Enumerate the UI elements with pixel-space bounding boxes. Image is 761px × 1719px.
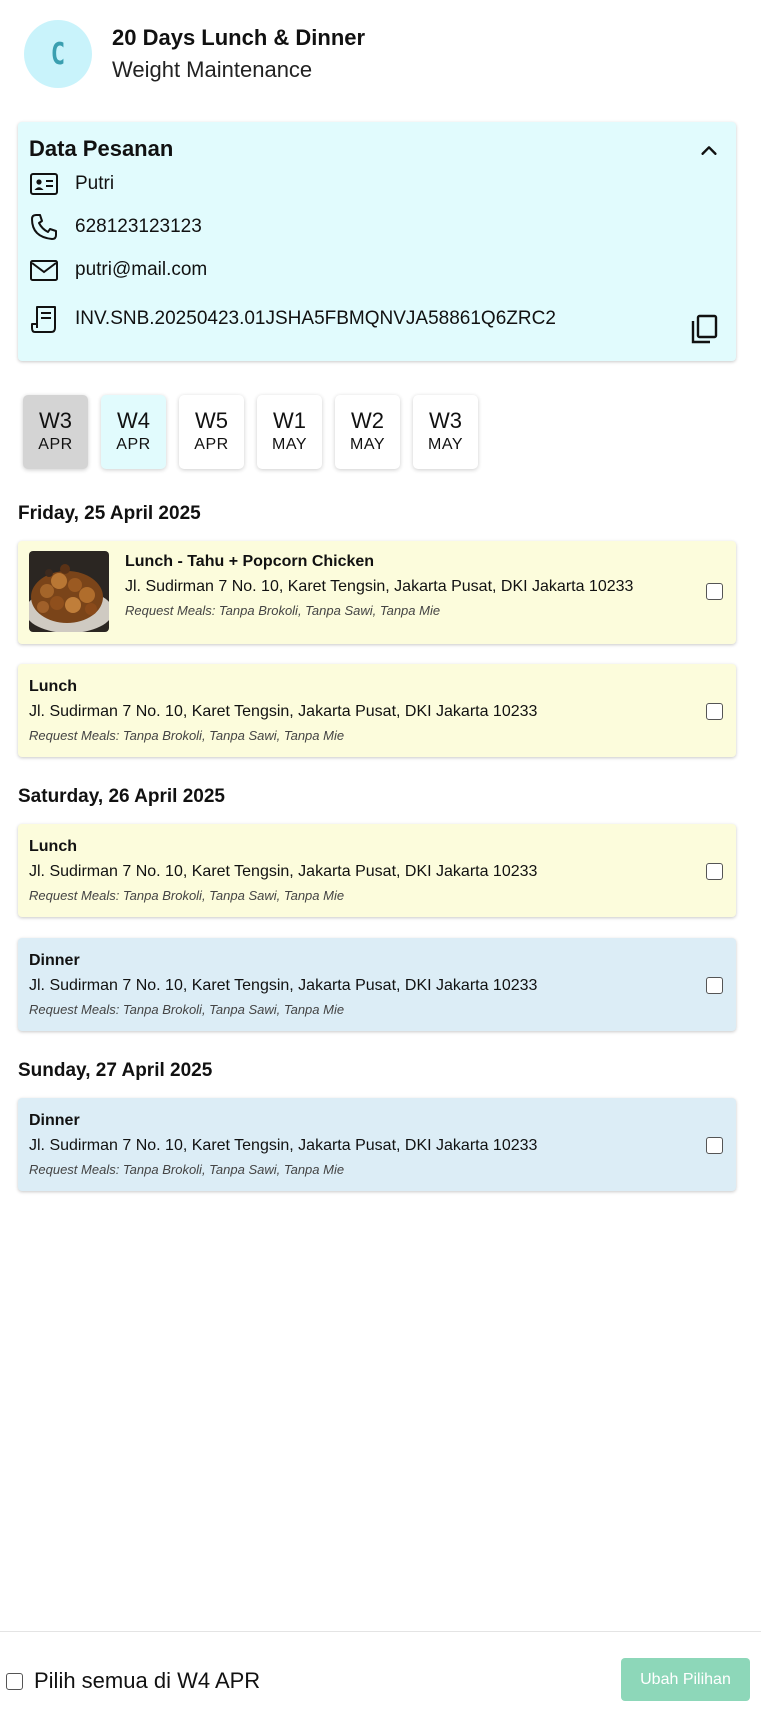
week-month: APR [38, 436, 73, 453]
tab-week-w1-may[interactable]: W1 MAY [257, 395, 322, 469]
select-all-control[interactable]: Pilih semua di W4 APR [6, 1668, 260, 1694]
week-month: APR [116, 436, 151, 453]
invoice-row: INV.SNB.20250423.01JSHA5FBMQNVJA58861Q6Z… [29, 304, 556, 334]
receipt-icon [31, 306, 56, 333]
meal-checkbox[interactable] [706, 703, 723, 720]
customer-phone: 628123123123 [75, 216, 202, 237]
footer-bar: Pilih semua di W4 APR Ubah Pilihan [0, 1631, 761, 1719]
meal-checkbox[interactable] [706, 1137, 723, 1154]
week-label: W5 [195, 408, 228, 433]
meal-request: Request Meals: Tanpa Brokoli, Tanpa Sawi… [125, 603, 441, 618]
meal-address: Jl. Sudirman 7 No. 10, Karet Tengsin, Ja… [125, 578, 634, 595]
order-data-card: Data Pesanan Putri 628123123123 putri@ma… [18, 122, 736, 361]
plan-title: 20 Days Lunch & Dinner [112, 25, 366, 50]
avatar-letter: C [50, 36, 66, 72]
meal-title: Lunch [29, 838, 77, 855]
invoice-number: INV.SNB.20250423.01JSHA5FBMQNVJA58861Q6Z… [75, 308, 556, 329]
meal-title: Dinner [29, 952, 80, 969]
day-heading: Sunday, 27 April 2025 [18, 1060, 213, 1081]
meal-title: Dinner [29, 1112, 80, 1129]
meal-request: Request Meals: Tanpa Brokoli, Tanpa Sawi… [29, 888, 345, 903]
meal-address: Jl. Sudirman 7 No. 10, Karet Tengsin, Ja… [29, 863, 538, 880]
change-selection-button[interactable]: Ubah Pilihan [621, 1658, 750, 1701]
id-card-icon [30, 173, 58, 195]
meal-card[interactable]: Lunch - Tahu + Popcorn Chicken Jl. Sudir… [18, 541, 736, 644]
customer-name-row: Putri [29, 169, 114, 199]
meal-title: Lunch [29, 678, 77, 695]
avatar: C [24, 20, 92, 88]
customer-email: putri@mail.com [75, 259, 208, 280]
meal-title: Lunch - Tahu + Popcorn Chicken [125, 553, 375, 570]
select-all-checkbox[interactable] [6, 1672, 23, 1690]
week-label: W3 [429, 408, 462, 433]
plan-subtitle: Weight Maintenance [112, 57, 313, 82]
copy-icon[interactable] [690, 314, 718, 344]
tab-week-w5-apr[interactable]: W5 APR [179, 395, 244, 469]
meal-card[interactable]: Lunch Jl. Sudirman 7 No. 10, Karet Tengs… [18, 824, 736, 917]
plan-header: C 20 Days Lunch & Dinner Weight Maintena… [24, 20, 365, 88]
week-label: W1 [273, 408, 306, 433]
week-label: W3 [39, 408, 72, 433]
phone-icon [31, 214, 57, 240]
meal-checkbox[interactable] [706, 977, 723, 994]
customer-email-row: putri@mail.com [29, 255, 207, 285]
meal-card[interactable]: Dinner Jl. Sudirman 7 No. 10, Karet Teng… [18, 938, 736, 1031]
day-heading: Saturday, 26 April 2025 [18, 786, 225, 807]
meal-address: Jl. Sudirman 7 No. 10, Karet Tengsin, Ja… [29, 977, 538, 994]
week-label: W2 [351, 408, 384, 433]
meal-card[interactable]: Lunch Jl. Sudirman 7 No. 10, Karet Tengs… [18, 664, 736, 757]
tab-week-w3-may[interactable]: W3 MAY [413, 395, 478, 469]
customer-phone-row: 628123123123 [29, 212, 202, 242]
week-month: MAY [272, 436, 307, 453]
meal-request: Request Meals: Tanpa Brokoli, Tanpa Sawi… [29, 1162, 345, 1177]
week-tabs: W3 APR W4 APR W5 APR W1 MAY W2 MAY W3 MAY [23, 395, 491, 469]
meal-checkbox[interactable] [706, 583, 723, 600]
meal-card[interactable]: Dinner Jl. Sudirman 7 No. 10, Karet Teng… [18, 1098, 736, 1191]
meal-request: Request Meals: Tanpa Brokoli, Tanpa Sawi… [29, 728, 345, 743]
order-data-title: Data Pesanan [29, 136, 174, 161]
select-all-label: Pilih semua di W4 APR [34, 1668, 261, 1693]
week-month: MAY [350, 436, 385, 453]
tab-week-w3-apr[interactable]: W3 APR [23, 395, 88, 469]
meal-image [29, 551, 109, 632]
week-month: MAY [428, 436, 463, 453]
meal-checkbox[interactable] [706, 863, 723, 880]
tab-week-w4-apr[interactable]: W4 APR [101, 395, 166, 469]
customer-name: Putri [75, 173, 115, 194]
day-heading: Friday, 25 April 2025 [18, 503, 201, 524]
meal-address: Jl. Sudirman 7 No. 10, Karet Tengsin, Ja… [29, 703, 538, 720]
week-label: W4 [117, 408, 150, 433]
tab-week-w2-may[interactable]: W2 MAY [335, 395, 400, 469]
week-month: APR [194, 436, 229, 453]
meal-address: Jl. Sudirman 7 No. 10, Karet Tengsin, Ja… [29, 1137, 538, 1154]
chevron-up-icon[interactable] [698, 140, 720, 162]
mail-icon [30, 260, 58, 281]
meal-request: Request Meals: Tanpa Brokoli, Tanpa Sawi… [29, 1002, 345, 1017]
